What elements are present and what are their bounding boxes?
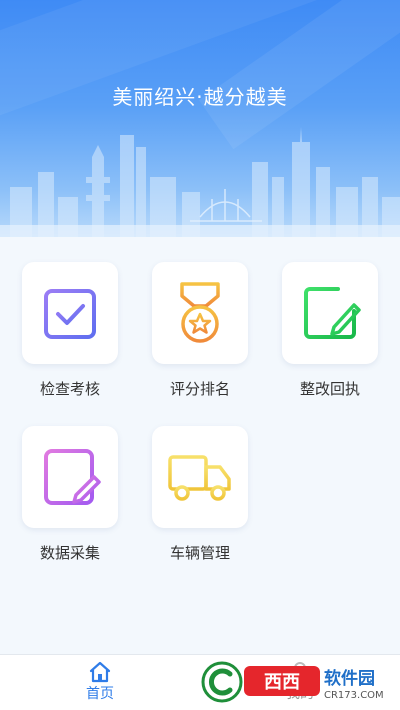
text-edit-icon xyxy=(304,287,361,339)
feature-label: 评分排名 xyxy=(169,380,230,398)
feature-inspection[interactable]: 检查考核 xyxy=(20,262,120,399)
hero-banner: 美丽绍兴·越分越美 xyxy=(0,0,400,237)
svg-text:CR173.COM: CR173.COM xyxy=(324,690,384,701)
watermark-logo: 西西 软件园 CR173.COM xyxy=(200,660,390,704)
truck-icon xyxy=(168,455,231,501)
medal-icon xyxy=(180,282,220,343)
calendar-check-icon xyxy=(44,284,96,339)
hero-title: 美丽绍兴·越分越美 xyxy=(112,85,288,109)
feature-label: 数据采集 xyxy=(39,544,100,562)
feature-ranking[interactable]: 评分排名 xyxy=(150,262,250,399)
document-edit-icon xyxy=(44,449,101,505)
feature-label: 车辆管理 xyxy=(169,544,230,562)
feature-inspection-card[interactable] xyxy=(22,262,118,364)
feature-label: 检查考核 xyxy=(39,380,100,398)
feature-vehicle-management-card[interactable] xyxy=(152,426,248,528)
feature-grid: 检查考核 评分排名 整改回执 数据采集 车辆管理 xyxy=(0,237,400,655)
feature-data-collection-card[interactable] xyxy=(22,426,118,528)
svg-text:西西: 西西 xyxy=(264,672,300,693)
city-skyline-illustration xyxy=(0,127,400,237)
feature-data-collection[interactable]: 数据采集 xyxy=(20,426,120,563)
home-icon xyxy=(50,655,150,683)
feature-vehicle-management[interactable]: 车辆管理 xyxy=(150,426,250,563)
feature-rectification[interactable]: 整改回执 xyxy=(280,262,380,399)
feature-label: 整改回执 xyxy=(299,380,360,398)
tab-home-label: 首页 xyxy=(86,686,114,702)
tab-home[interactable]: 首页 xyxy=(50,655,150,710)
feature-ranking-card[interactable] xyxy=(152,262,248,364)
svg-text:软件园: 软件园 xyxy=(324,668,375,689)
feature-rectification-card[interactable] xyxy=(282,262,378,364)
